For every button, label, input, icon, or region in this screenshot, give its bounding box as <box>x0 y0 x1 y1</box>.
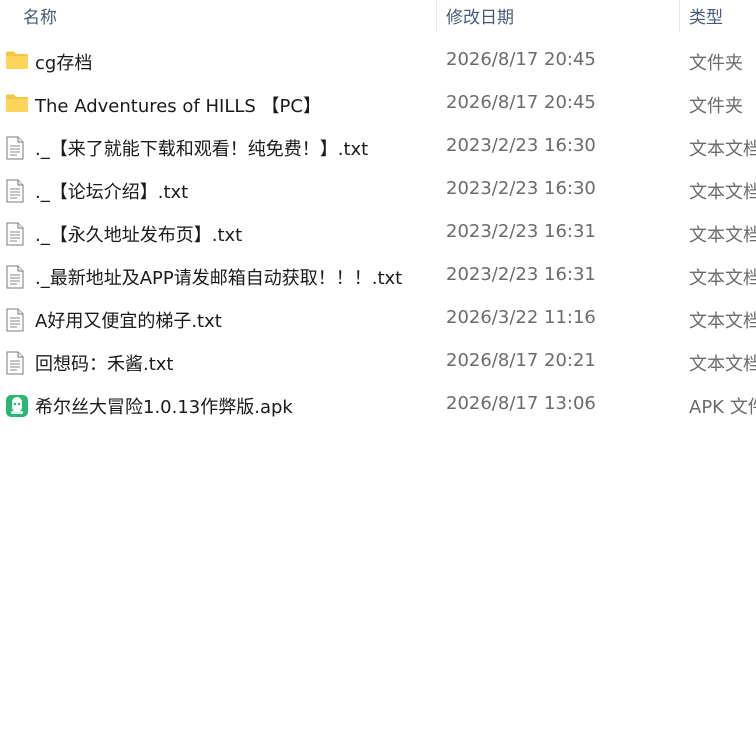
folder-icon <box>5 93 29 115</box>
file-name[interactable]: A好用又便宜的梯子.txt <box>35 307 222 333</box>
file-row[interactable]: The Adventures of HILLS 【PC】 2026/8/17 20… <box>0 82 756 125</box>
file-row[interactable]: ._最新地址及APP请发邮箱自动获取！！！.txt 2023/2/23 16:31… <box>0 254 756 297</box>
file-type: 文本文档 <box>689 268 756 289</box>
file-name[interactable]: The Adventures of HILLS 【PC】 <box>35 92 321 118</box>
file-row[interactable]: ._【论坛介绍】.txt 2023/2/23 16:30 文本文档 <box>0 168 756 211</box>
file-date: 2026/3/22 11:16 <box>446 307 596 328</box>
column-header-name[interactable]: 名称 <box>23 3 57 28</box>
folder-icon <box>5 50 29 72</box>
text-file-icon <box>5 136 29 160</box>
file-name[interactable]: ._【永久地址发布页】.txt <box>35 221 242 247</box>
file-name[interactable]: ._【来了就能下载和观看！纯免费！】.txt <box>35 135 368 161</box>
file-row[interactable]: ._【永久地址发布页】.txt 2023/2/23 16:31 文本文档 <box>0 211 756 254</box>
text-file-icon <box>5 222 29 246</box>
file-type: 文件夹 <box>689 96 743 117</box>
column-divider[interactable] <box>679 0 680 32</box>
file-date: 2023/2/23 16:30 <box>446 135 596 156</box>
file-date: 2026/8/17 13:06 <box>446 393 596 414</box>
text-file-icon <box>5 179 29 203</box>
file-row[interactable]: A好用又便宜的梯子.txt 2026/3/22 11:16 文本文档 <box>0 297 756 340</box>
file-name[interactable]: 回想码：禾酱.txt <box>35 350 174 376</box>
file-date: 2026/8/17 20:45 <box>446 92 596 113</box>
file-type: APK 文件 <box>689 397 756 418</box>
file-name[interactable]: 希尔丝大冒险1.0.13作弊版.apk <box>35 393 293 419</box>
file-date: 2026/8/17 20:21 <box>446 350 596 371</box>
text-file-icon <box>5 265 29 289</box>
file-type: 文本文档 <box>689 182 756 203</box>
file-type: 文本文档 <box>689 139 756 160</box>
file-name[interactable]: ._最新地址及APP请发邮箱自动获取！！！.txt <box>35 264 402 290</box>
file-date: 2023/2/23 16:31 <box>446 264 596 285</box>
file-type: 文本文档 <box>689 354 756 375</box>
file-date: 2023/2/23 16:30 <box>446 178 596 199</box>
file-name[interactable]: ._【论坛介绍】.txt <box>35 178 188 204</box>
file-date: 2026/8/17 20:45 <box>446 49 596 70</box>
file-name[interactable]: cg存档 <box>35 49 92 75</box>
file-type: 文本文档 <box>689 225 756 246</box>
column-divider[interactable] <box>436 0 437 32</box>
text-file-icon <box>5 351 29 375</box>
apk-file-icon <box>5 394 29 417</box>
file-type: 文件夹 <box>689 53 743 74</box>
column-header-bar: 名称 修改日期 类型 <box>0 0 756 32</box>
column-header-type[interactable]: 类型 <box>689 3 723 28</box>
file-date: 2023/2/23 16:31 <box>446 221 596 242</box>
file-row[interactable]: cg存档 2026/8/17 20:45 文件夹 <box>0 39 756 82</box>
file-row[interactable]: 希尔丝大冒险1.0.13作弊版.apk 2026/8/17 13:06 APK 文件 <box>0 383 756 426</box>
column-header-date[interactable]: 修改日期 <box>446 3 514 28</box>
file-row[interactable]: ._【来了就能下载和观看！纯免费！】.txt 2023/2/23 16:30 文本文… <box>0 125 756 168</box>
file-row[interactable]: 回想码：禾酱.txt 2026/8/17 20:21 文本文档 <box>0 340 756 383</box>
file-type: 文本文档 <box>689 311 756 332</box>
text-file-icon <box>5 308 29 332</box>
